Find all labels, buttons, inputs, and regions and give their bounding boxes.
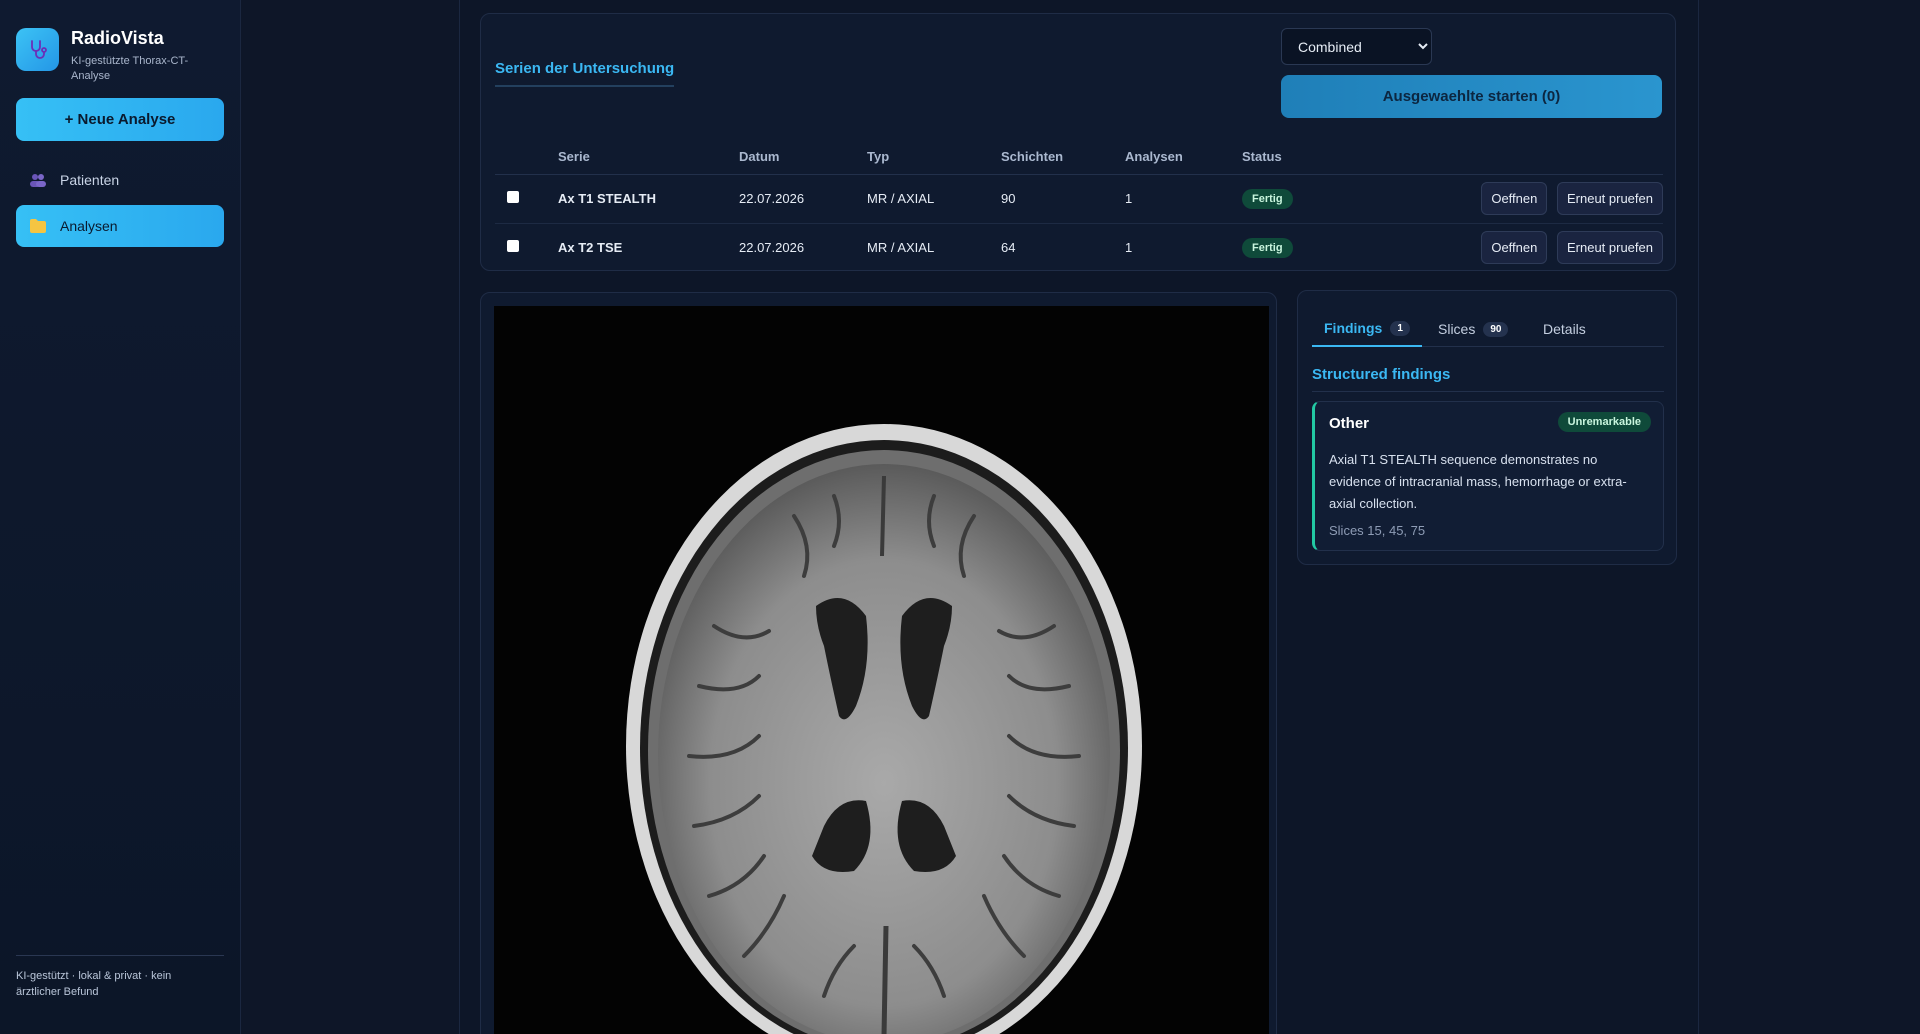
status-badge: Fertig (1242, 237, 1293, 258)
tab-count-badge: 90 (1483, 321, 1509, 337)
open-button[interactable]: Oeffnen (1481, 182, 1548, 215)
row-checkbox[interactable] (507, 191, 519, 203)
sidebar-item-label: Analysen (60, 218, 118, 234)
open-button[interactable]: Oeffnen (1481, 231, 1548, 265)
app-title: RadioVista (71, 28, 164, 48)
finding-status-badge: Unremarkable (1557, 412, 1651, 432)
users-icon (30, 173, 46, 187)
sidebar-footer: KI-gestützt · lokal & privat · kein ärzt… (16, 970, 172, 998)
mri-slice-image[interactable] (494, 306, 1269, 1034)
column-header-status: Status (1242, 139, 1362, 175)
image-viewer (480, 292, 1277, 1034)
column-header-actions (1362, 139, 1663, 175)
structured-findings-title: Structured findings (1312, 366, 1451, 383)
folder-icon (30, 219, 46, 233)
column-header-serie: Serie (558, 139, 739, 175)
tab-label: Details (1543, 321, 1586, 337)
table-row: Ax T1 STEALTH 22.07.2026 MR / AXIAL 90 1… (495, 174, 1663, 224)
tab-count-badge: 1 (1390, 320, 1410, 336)
sidebar-divider (16, 955, 224, 956)
findings-tabs: Findings 1 Slices 90 Details (1312, 311, 1664, 347)
schichten-cell: 90 (1001, 174, 1125, 224)
sidebar-item-analysen[interactable]: Analysen (16, 205, 224, 247)
app-subtitle: KI-gestützte Thorax-CT-Analyse (71, 54, 189, 82)
column-header-analysen: Analysen (1125, 139, 1242, 175)
status-badge: Fertig (1242, 188, 1293, 209)
column-header-schichten: Schichten (1001, 139, 1125, 175)
series-table: Serie Datum Typ Schichten Analysen Statu… (495, 139, 1663, 272)
sidebar-item-patienten[interactable]: Patienten (16, 159, 224, 201)
table-header-row: Serie Datum Typ Schichten Analysen Statu… (495, 139, 1663, 175)
stethoscope-icon (16, 28, 59, 71)
analysen-cell: 1 (1125, 240, 1133, 256)
typ-cell: MR / AXIAL (867, 174, 1001, 224)
table-row: Ax T2 TSE 22.07.2026 MR / AXIAL 64 1 Fer… (495, 223, 1663, 272)
tab-series[interactable]: Serien der Untersuchung (495, 60, 675, 87)
column-header-datum: Datum (739, 139, 867, 175)
column-header-select (495, 139, 558, 175)
column-header-typ: Typ (867, 139, 1001, 175)
start-selected-button[interactable]: Ausgewaehlte starten (0) (1281, 75, 1662, 118)
row-checkbox[interactable] (507, 240, 519, 253)
findings-panel: Findings 1 Slices 90 Details Structured … (1297, 290, 1677, 565)
brand: RadioVista KI-gestützte Thorax-CT-Analys… (16, 28, 201, 84)
schichten-cell: 64 (1001, 240, 1016, 256)
typ-cell: MR / AXIAL (867, 240, 935, 256)
tab-label: Findings (1324, 320, 1383, 336)
section-divider (1312, 391, 1664, 392)
tab-findings[interactable]: Findings 1 (1312, 311, 1422, 347)
finding-slices: Slices 15, 45, 75 (1329, 523, 1426, 538)
datum-cell: 22.07.2026 (739, 240, 805, 256)
tab-details[interactable]: Details (1543, 311, 1586, 347)
recheck-button[interactable]: Erneut pruefen (1556, 231, 1663, 265)
finding-title: Other (1329, 415, 1370, 432)
tab-label: Slices (1438, 321, 1476, 337)
serie-cell: Ax T2 TSE (558, 240, 623, 256)
datum-cell: 22.07.2026 (739, 174, 867, 224)
recheck-button[interactable]: Erneut pruefen (1556, 182, 1663, 215)
tab-slices[interactable]: Slices 90 (1438, 311, 1509, 347)
sidebar-item-label: Patienten (60, 172, 120, 188)
mode-select[interactable]: Combined (1281, 28, 1432, 65)
new-analysis-button[interactable]: + Neue Analyse (16, 98, 224, 141)
series-panel: Serien der Untersuchung Combined Ausgewa… (480, 13, 1676, 271)
analysen-cell: 1 (1125, 174, 1242, 224)
finding-card[interactable]: Other Unremarkable Axial T1 STEALTH sequ… (1312, 401, 1664, 551)
serie-cell: Ax T1 STEALTH (558, 174, 739, 224)
finding-description: Axial T1 STEALTH sequence demonstrates n… (1329, 452, 1627, 512)
sidebar: RadioVista KI-gestützte Thorax-CT-Analys… (0, 0, 241, 1034)
